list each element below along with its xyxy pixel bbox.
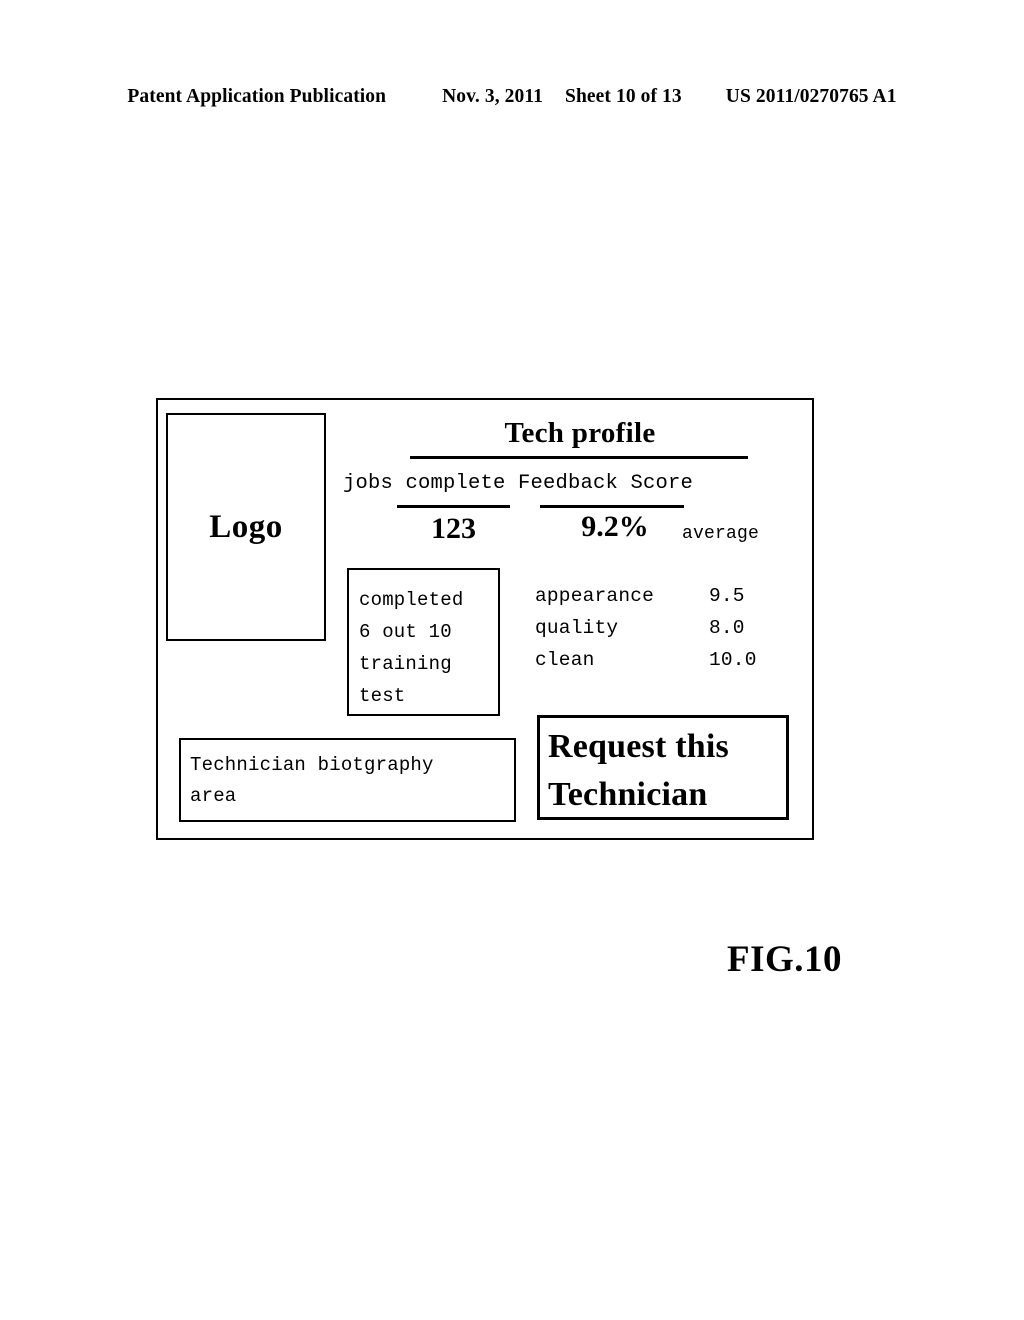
patent-page-header: Patent Application Publication Nov. 3, 2… [0, 86, 1024, 112]
feedback-score-value: 9.2% [581, 510, 649, 543]
rating-name: quality [535, 617, 619, 639]
tech-profile-screen-frame: Logo Tech profile jobs complete Feedback… [156, 398, 814, 840]
logo-text: Logo [209, 508, 283, 545]
jobs-complete-value: 123 [431, 512, 476, 545]
request-button-label-line: Request this [548, 728, 729, 765]
rating-score: 9.5 [709, 585, 745, 607]
request-button-label-line: Technician [548, 776, 708, 813]
rating-name: clean [535, 649, 595, 671]
logo-placeholder-box: Logo [166, 413, 326, 641]
rating-row: quality 8.0 [535, 612, 785, 644]
feedback-score-underline-rule [540, 505, 684, 508]
training-line: test [359, 685, 406, 707]
rating-score: 8.0 [709, 617, 745, 639]
technician-biography-box: Technician biotgraphy area [179, 738, 516, 822]
figure-label: FIG.10 [727, 939, 843, 980]
document-number: US 2011/0270765 A1 [725, 86, 897, 107]
publication-label: Patent Application Publication [127, 86, 387, 107]
rating-score: 10.0 [709, 649, 757, 671]
feedback-score-qualifier: average [682, 524, 760, 544]
stat-column-labels: jobs complete Feedback Score [343, 472, 694, 495]
page-title: Tech profile [504, 417, 656, 449]
training-line: completed [359, 589, 464, 611]
biography-line: area [190, 785, 237, 807]
sheet-number: Sheet 10 of 13 [565, 86, 682, 107]
request-technician-button[interactable]: Request this Technician [537, 715, 789, 820]
publication-date: Nov. 3, 2011 [442, 86, 543, 107]
rating-row: appearance 9.5 [535, 580, 785, 612]
training-line: 6 out 10 [359, 621, 452, 643]
training-line: training [359, 653, 452, 675]
ratings-list: appearance 9.5 quality 8.0 clean 10.0 [535, 580, 785, 676]
biography-line: Technician biotgraphy [190, 754, 434, 776]
jobs-complete-underline-rule [397, 505, 510, 508]
rating-name: appearance [535, 585, 655, 607]
training-status-box: completed 6 out 10 training test [347, 568, 500, 716]
rating-row: clean 10.0 [535, 644, 785, 676]
title-underline-rule [410, 456, 748, 459]
